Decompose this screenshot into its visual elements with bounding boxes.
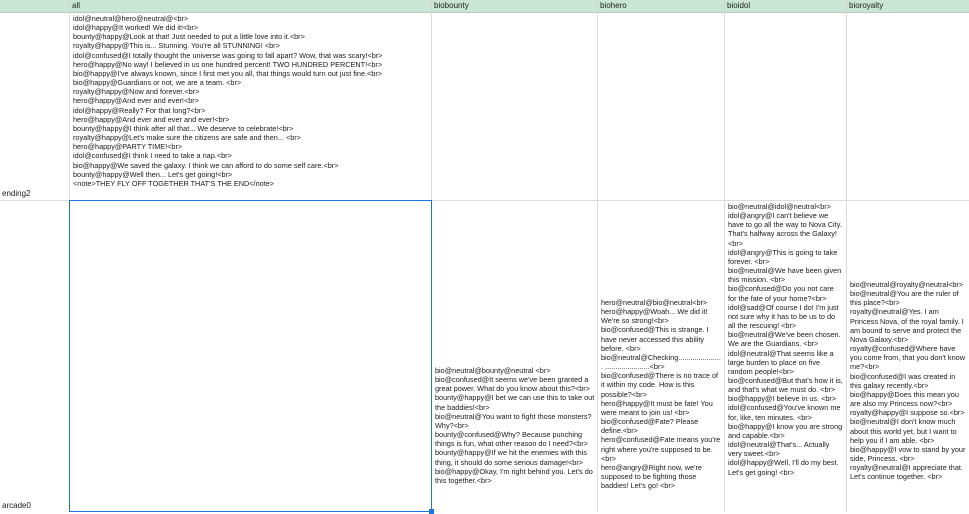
cell-text-line: bounty@happy@Well then... Let's get goin… [73, 169, 233, 179]
cell-text-line: royalty@confused@Where have you come fro… [850, 344, 967, 372]
cell-text-line: bio@neutral@You want to fight those mons… [435, 411, 594, 430]
cell-text-line: bounty@happy@Look at that! Just needed t… [73, 32, 305, 42]
cell-text-line: hero@angry@Right now, we're supposed to … [601, 462, 705, 491]
cell-text-line: bio@confused@Fate? Please define.<br> [601, 417, 701, 436]
cell-text-line: idol@sad@Of course I do! I'm just not su… [728, 302, 841, 331]
column-header-biohero[interactable]: biohero [598, 0, 725, 12]
cell-text-line: idol@happy@It worked! We did it!<br> [73, 23, 199, 33]
cell-text-line: bio@happy@I've always known, since I fir… [73, 68, 383, 78]
cell-text-line: royalty@happy@This is... Stunning. You'r… [73, 41, 280, 51]
cell-text-line: bio@confused@This is strange. I have nev… [601, 325, 711, 353]
cell-text-line: <note>THEY FLY OFF TOGETHER THAT'S THE E… [73, 178, 275, 188]
cell-ending2-all[interactable]: idol@neutral@hero@neutral@<br> idol@happy… [70, 14, 432, 200]
cell-text-line: bio@happy@I know you are strong and capa… [728, 421, 845, 440]
cell-text-line: bio@happy@I vow to stand by your side, P… [850, 444, 968, 463]
cell-text-line: bio@confused@Do you not care for the fat… [728, 284, 836, 303]
cell-text-line: idol@confused@I totally thought the univ… [73, 50, 383, 60]
cell-text-line: bio@neutral@I don't know much about this… [850, 417, 959, 445]
cell-text-line: bio@neutral@royalty@neutral<br> [850, 280, 964, 289]
cell-text-line: bio@neutral@We have been given this miss… [728, 266, 844, 285]
cell-text-line: idol@happy@Really? For that long?<br> [73, 105, 206, 115]
cell-text-line: bio@confused@There is no trace of it wit… [601, 371, 721, 399]
cell-text-line: bio@confused@I was created in this galax… [850, 371, 958, 390]
cell-text-line: bio@neutral@We've been chosen. We are th… [728, 330, 843, 349]
cell-text-line: bio@neutral@You are the ruler of this pl… [850, 289, 961, 308]
cell-text-line: bio@neutral@idol@neutral<br> [728, 202, 831, 211]
cell-text-line: hero@happy@And ever and ever and ever!<b… [73, 114, 230, 124]
cell-ending2-biohero[interactable] [598, 12, 725, 200]
cell-ending2-bioidol[interactable] [725, 12, 847, 200]
cell-text-line: idol@angry@This is going to take forever… [728, 247, 840, 266]
column-header-biobounty[interactable]: biobounty [432, 0, 598, 12]
cell-text-line: hero@happy@No way! I believed in us one … [73, 59, 383, 69]
cell-text-line: bio@happy@Okay, I'm right behind you. Le… [435, 466, 595, 485]
cell-text-line: idol@neutral@That seems like a large bur… [728, 348, 836, 376]
cell-text-line: idol@neutral@That's... Actually very swe… [728, 440, 832, 459]
cell-text-line: idol@happy@Well, I'll do my best. Let's … [728, 458, 841, 477]
row-label-ending2[interactable]: ending2 [2, 189, 30, 199]
selected-cell-outline[interactable] [69, 200, 434, 514]
cell-text-line: royalty@happy@Now and forever.<br> [73, 87, 200, 97]
cell-text-line: hero@happy@And ever and ever!<br> [73, 96, 199, 106]
cell-text-line: bio@confused@It seems we've been granted… [435, 375, 591, 394]
column-header-all[interactable]: all [70, 0, 432, 12]
cell-text-line: bio@neutral@bounty@neutral <br> [435, 366, 551, 375]
cell-arcade0-biobounty[interactable]: bio@neutral@bounty@neutral <br> bio@confu… [432, 366, 598, 512]
cell-text-line: bounty@happy@If we hit the enemies with … [435, 448, 589, 467]
cell-text-line: bio@neutral@Checking....................… [601, 352, 721, 372]
corner-header[interactable] [0, 0, 70, 12]
cell-text-line: bounty@happy@I think after all that... W… [73, 123, 294, 133]
cell-arcade0-bioroyalty[interactable]: bio@neutral@royalty@neutral<br> bio@neutr… [847, 280, 969, 512]
cell-text-line: hero@happy@PARTY TIME!<br> [73, 142, 183, 152]
cell-text-line: bio@happy@We saved the galaxy. I think w… [73, 160, 339, 170]
row-label-arcade0[interactable]: arcade0 [2, 501, 31, 511]
cell-text-line: bio@confused@But that's how it is, and t… [728, 375, 845, 395]
cell-text-line: idol@confused@You've known me for, like,… [728, 403, 843, 422]
cell-text-line: idol@angry@I can't believe we have to go… [728, 211, 844, 248]
column-header-bioroyalty[interactable]: bioroyalty [847, 0, 969, 12]
cell-text-line: bio@happy@Does this mean you are also my… [850, 389, 961, 409]
cell-text-line: idol@neutral@hero@neutral@<br> [73, 14, 189, 23]
cell-text-line: bio@happy@Guardians or not, we are a tea… [73, 78, 242, 88]
cell-text-line: royalty@happy@Let's make sure the citize… [73, 133, 301, 143]
cell-text-line: bounty@confused@Why? Because punching th… [435, 430, 588, 449]
cell-text-line: bio@happy@I believe in us. <br> [728, 394, 837, 404]
cell-text-line: royalty@neutral@Yes. I am Princess Nova,… [850, 307, 966, 344]
cell-arcade0-biohero[interactable]: hero@neutral@bio@neutral<br> hero@happy@W… [598, 298, 725, 512]
cell-text-line: hero@confused@Fate means you're right wh… [601, 435, 723, 463]
cell-text-line: royalty@happy@I suppose so.<br> [850, 408, 965, 418]
cell-text-line: bounty@happy@I bet we can use this to ta… [435, 393, 597, 412]
cell-text-line: hero@happy@Woah... We did it! We're so s… [601, 307, 710, 326]
column-header-bioidol[interactable]: bioidol [725, 0, 847, 12]
cell-text-line: royalty@neutral@I appreciate that. Let's… [850, 463, 966, 482]
cell-ending2-bioroyalty[interactable] [847, 12, 969, 200]
cell-ending2-biobounty[interactable] [432, 12, 598, 200]
cell-text-line: hero@happy@It must be fate! You were mea… [601, 398, 715, 417]
cell-text-line: idol@confused@I think I need to take a n… [73, 151, 232, 161]
cell-text-line: hero@neutral@bio@neutral<br> [601, 298, 708, 307]
cell-arcade0-bioidol[interactable]: bio@neutral@idol@neutral<br> idol@angry@I… [725, 202, 847, 512]
spreadsheet-grid: all biobounty biohero bioidol bioroyalty… [0, 0, 969, 514]
